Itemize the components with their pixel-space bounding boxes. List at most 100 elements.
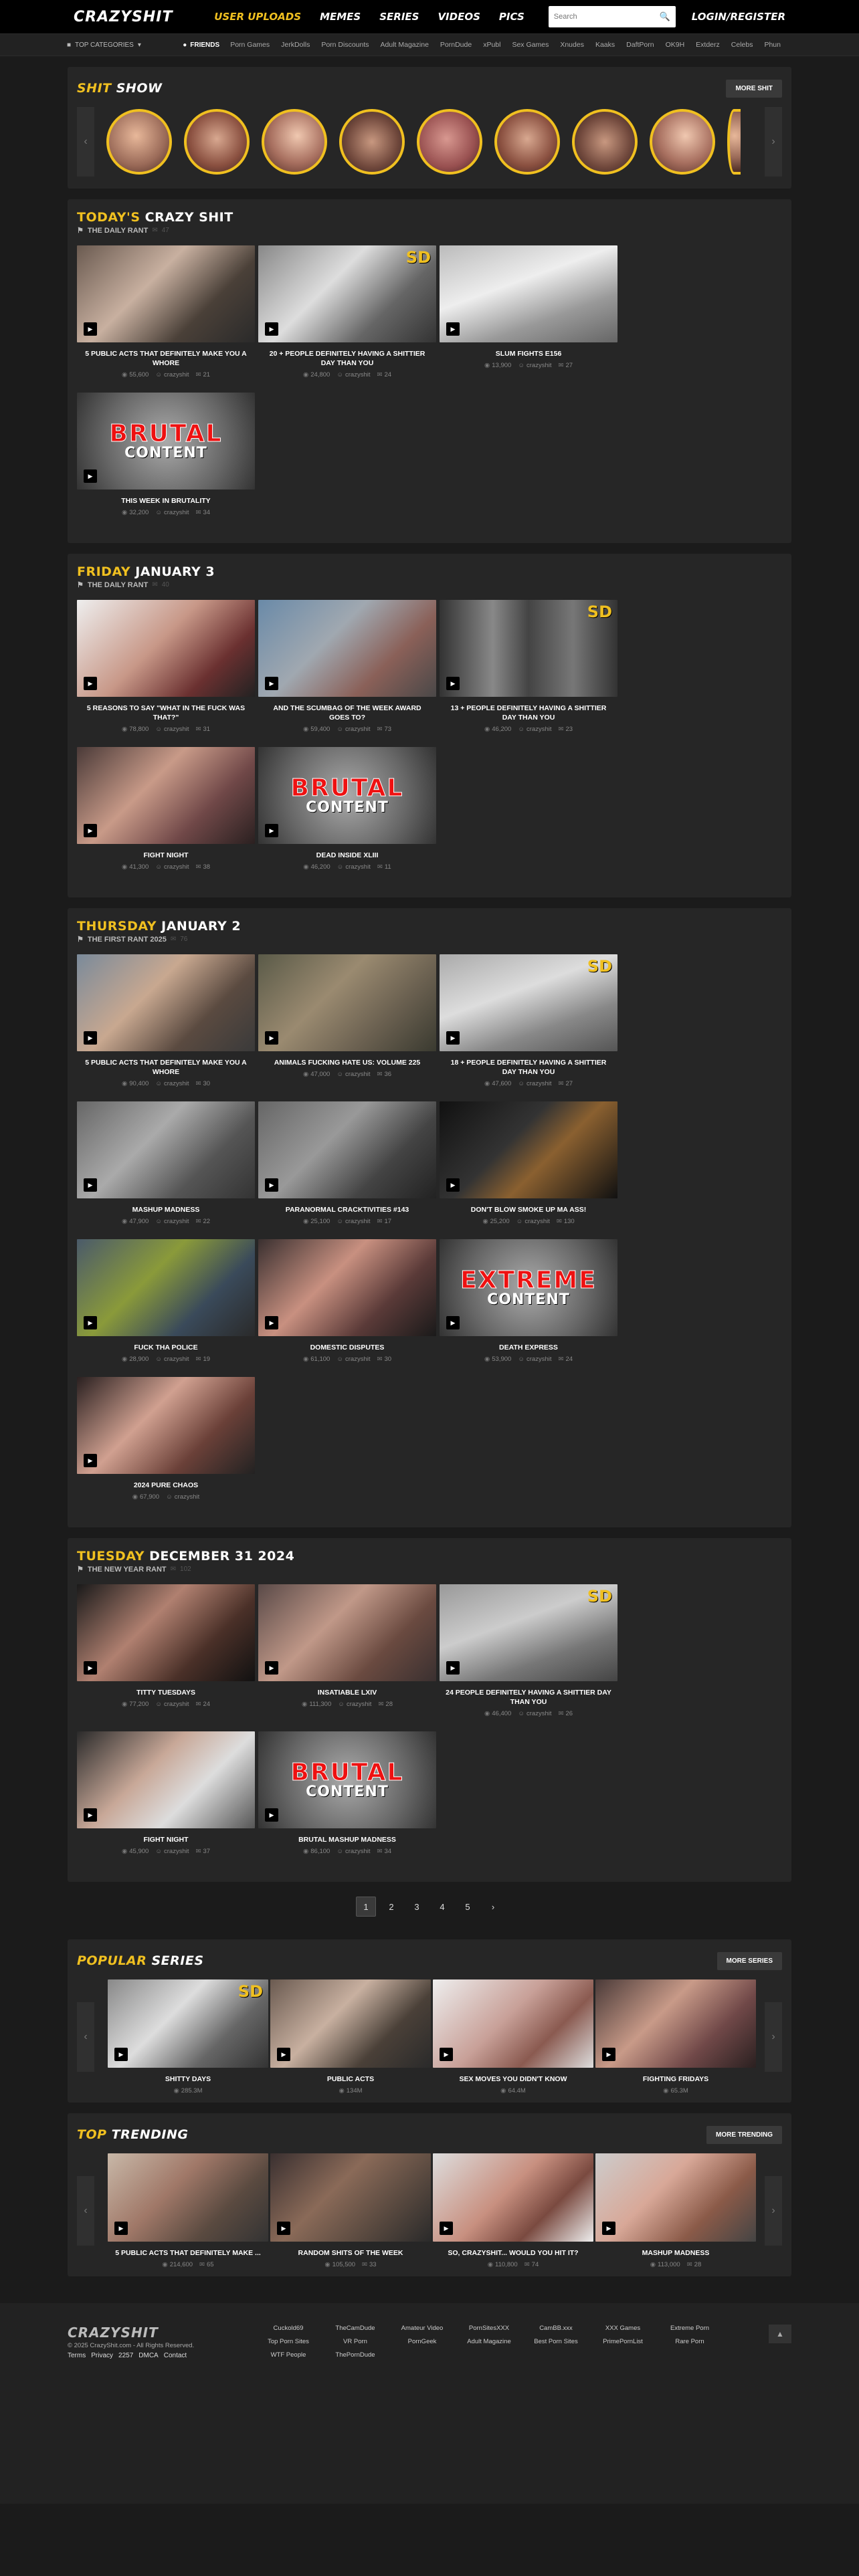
nav-series[interactable]: SERIES	[379, 11, 419, 23]
video-title[interactable]: DEATH EXPRESS	[440, 1343, 617, 1352]
friend-link[interactable]: xPubl	[483, 41, 500, 49]
video-thumbnail[interactable]: ▶	[440, 245, 617, 342]
video-title[interactable]: FIGHT NIGHT	[77, 1835, 255, 1844]
story-circle[interactable]	[727, 109, 741, 175]
partner-link[interactable]: CamBB.xxx	[522, 2325, 589, 2333]
trending-card[interactable]: ▶ RANDOM SHITS OF THE WEEK ◉ 105,500 ✉ 33	[270, 2153, 431, 2268]
video-card[interactable]: ▶ 5 PUBLIC ACTS THAT DEFINITELY MAKE YOU …	[77, 245, 255, 379]
series-title[interactable]: SEX MOVES YOU DIDN'T KNOW	[433, 2074, 593, 2084]
video-title[interactable]: THIS WEEK IN BRUTALITY	[77, 496, 255, 506]
play-icon[interactable]: ▶	[446, 677, 460, 690]
video-card[interactable]: SD ▶ 20 + PEOPLE DEFINITELY HAVING A SHITT…	[258, 245, 436, 379]
play-icon[interactable]: ▶	[84, 1316, 97, 1329]
video-thumbnail[interactable]: SD ▶	[440, 600, 617, 697]
video-thumbnail[interactable]: ▶	[258, 600, 436, 697]
play-icon[interactable]: ▶	[114, 2048, 128, 2061]
series-title[interactable]: FIGHTING FRIDAYS	[595, 2074, 756, 2084]
video-title[interactable]: 13 + PEOPLE DEFINITELY HAVING A SHITTIER…	[440, 704, 617, 722]
play-icon[interactable]: ▶	[84, 1808, 97, 1822]
play-icon[interactable]: ▶	[265, 1661, 278, 1675]
chevron-right-icon[interactable]: ›	[765, 2002, 782, 2072]
video-title[interactable]: 5 REASONS TO SAY "WHAT IN THE FUCK WAS T…	[77, 704, 255, 722]
video-card[interactable]: BRUTAL CONTENT ▶ DEAD INSIDE XLIII ◉ 46,200 ☺ c…	[258, 747, 436, 871]
page-link[interactable]: 4	[432, 1897, 452, 1917]
video-title[interactable]: AND THE SCUMBAG OF THE WEEK AWARD GOES T…	[258, 704, 436, 722]
partner-link[interactable]: Top Porn Sites	[255, 2338, 322, 2346]
video-thumbnail[interactable]: ▶	[77, 1101, 255, 1198]
partner-link[interactable]: TheCamDude	[322, 2325, 389, 2333]
video-thumbnail[interactable]: BRUTAL CONTENT ▶	[77, 393, 255, 490]
video-card[interactable]: SD ▶ 24 PEOPLE DEFINITELY HAVING A SHITTIE…	[440, 1584, 617, 1717]
story-circle[interactable]	[262, 109, 327, 175]
video-thumbnail[interactable]: ▶	[258, 1239, 436, 1336]
play-icon[interactable]: ▶	[265, 1178, 278, 1192]
story-circle[interactable]	[339, 109, 405, 175]
video-thumbnail[interactable]: ▶	[258, 954, 436, 1051]
friend-link[interactable]: Extderz	[696, 41, 720, 49]
video-card[interactable]: ▶ TITTY TUESDAYS ◉ 77,200 ☺ crazyshit ✉ 24	[77, 1584, 255, 1717]
more-trending-button[interactable]: MORE TRENDING	[706, 2125, 782, 2144]
play-icon[interactable]: ▶	[114, 2222, 128, 2235]
video-title[interactable]: TITTY TUESDAYS	[77, 1688, 255, 1697]
video-thumbnail[interactable]: ▶	[433, 2153, 593, 2242]
play-icon[interactable]: ▶	[265, 677, 278, 690]
video-thumbnail[interactable]: ▶	[258, 1584, 436, 1681]
friend-link[interactable]: JerkDolls	[281, 41, 310, 49]
play-icon[interactable]: ▶	[84, 469, 97, 483]
video-thumbnail[interactable]: ▶	[433, 1979, 593, 2068]
video-title[interactable]: MASHUP MADNESS	[77, 1205, 255, 1214]
series-title[interactable]: PUBLIC ACTS	[270, 2074, 431, 2084]
footer-link[interactable]: Terms	[68, 2352, 86, 2359]
play-icon[interactable]: ▶	[277, 2048, 290, 2061]
site-logo[interactable]: CRAZYSHIT	[74, 9, 173, 25]
friend-link[interactable]: Porn Games	[230, 41, 270, 49]
video-card[interactable]: ▶ 2024 PURE CHAOS ◉ 67,900 ☺ crazyshit	[77, 1377, 255, 1501]
video-title[interactable]: SO, CRAZYSHIT... WOULD YOU HIT IT?	[433, 2248, 593, 2258]
friend-link[interactable]: Celebs	[731, 41, 753, 49]
scroll-top-icon[interactable]: ▲	[769, 2325, 791, 2343]
friend-link[interactable]: Kaaks	[595, 41, 615, 49]
nav-memes[interactable]: MEMES	[320, 11, 361, 23]
video-title[interactable]: INSATIABLE LXIV	[258, 1688, 436, 1697]
video-title[interactable]: 2024 PURE CHAOS	[77, 1481, 255, 1490]
video-card[interactable]: BRUTAL CONTENT ▶ BRUTAL MASHUP MADNESS ◉ 86,1…	[258, 1731, 436, 1855]
play-icon[interactable]: ▶	[84, 1031, 97, 1045]
friend-link[interactable]: PornDude	[440, 41, 472, 49]
more-shit-button[interactable]: MORE SHIT	[726, 79, 782, 98]
play-icon[interactable]: ▶	[446, 1661, 460, 1675]
video-thumbnail[interactable]: ▶	[595, 2153, 756, 2242]
video-thumbnail[interactable]: BRUTAL CONTENT ▶	[258, 747, 436, 844]
nav-user-uploads[interactable]: USER UPLOADS	[214, 11, 301, 23]
play-icon[interactable]: ▶	[440, 2222, 453, 2235]
partner-link[interactable]: Rare Porn	[656, 2338, 723, 2346]
video-thumbnail[interactable]: ▶	[77, 600, 255, 697]
video-card[interactable]: ▶ 5 REASONS TO SAY "WHAT IN THE FUCK WAS …	[77, 600, 255, 733]
video-thumbnail[interactable]: ▶	[270, 1979, 431, 2068]
video-title[interactable]: DON'T BLOW SMOKE UP MA ASS!	[440, 1205, 617, 1214]
play-icon[interactable]: ▶	[265, 1808, 278, 1822]
chevron-left-icon[interactable]: ‹	[77, 2176, 94, 2246]
video-card[interactable]: ▶ ANIMALS FUCKING HATE US: VOLUME 225 ◉ 47,…	[258, 954, 436, 1087]
play-icon[interactable]: ▶	[446, 1316, 460, 1329]
play-icon[interactable]: ▶	[265, 322, 278, 336]
play-icon[interactable]: ▶	[277, 2222, 290, 2235]
more-series-button[interactable]: MORE SERIES	[717, 1951, 782, 1970]
rant-link[interactable]: ⚑ THE DAILY RANT ✉ 40	[77, 580, 782, 590]
video-card[interactable]: ▶ SLUM FIGHTS E156 ◉ 13,900 ☺ crazyshit ✉ 27	[440, 245, 617, 379]
next-page-link[interactable]: ›	[483, 1897, 503, 1917]
video-thumbnail[interactable]: ▶	[108, 2153, 268, 2242]
video-card[interactable]: ▶ AND THE SCUMBAG OF THE WEEK AWARD GOES …	[258, 600, 436, 733]
video-card[interactable]: SD ▶ 13 + PEOPLE DEFINITELY HAVING A SHITT…	[440, 600, 617, 733]
video-thumbnail[interactable]: ▶	[77, 1584, 255, 1681]
friend-link[interactable]: OK9H	[666, 41, 685, 49]
play-icon[interactable]: ▶	[84, 1178, 97, 1192]
video-thumbnail[interactable]: ▶	[77, 245, 255, 342]
video-title[interactable]: 18 + PEOPLE DEFINITELY HAVING A SHITTIER…	[440, 1058, 617, 1077]
video-title[interactable]: MASHUP MADNESS	[595, 2248, 756, 2258]
video-title[interactable]: 24 PEOPLE DEFINITELY HAVING A SHITTIER D…	[440, 1688, 617, 1707]
play-icon[interactable]: ▶	[265, 1316, 278, 1329]
friend-link[interactable]: Sex Games	[512, 41, 549, 49]
video-card[interactable]: ▶ 5 PUBLIC ACTS THAT DEFINITELY MAKE YOU …	[77, 954, 255, 1087]
trending-card[interactable]: ▶ 5 PUBLIC ACTS THAT DEFINITELY MAKE ... ◉…	[108, 2153, 268, 2268]
video-thumbnail[interactable]: ▶	[77, 1239, 255, 1336]
